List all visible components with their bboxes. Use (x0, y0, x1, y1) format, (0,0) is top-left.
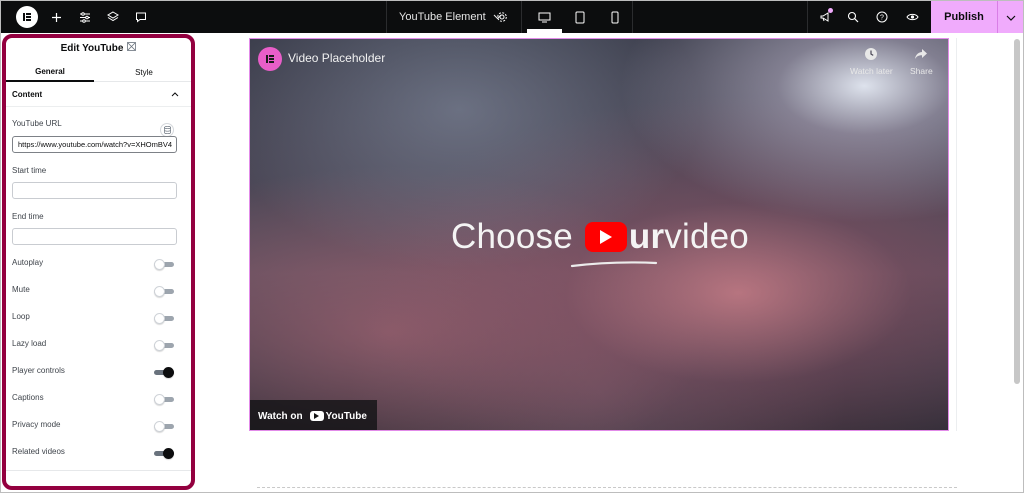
svg-text:?: ? (880, 15, 884, 22)
youtube-play-icon (309, 411, 324, 421)
play-button[interactable] (584, 222, 627, 252)
headline-end: video (664, 217, 749, 256)
gear-icon[interactable] (493, 1, 511, 33)
megaphone-icon[interactable] (815, 1, 835, 33)
share-icon (914, 47, 928, 66)
editor-window: YouTube Element ? Publish Edit YouTube G… (0, 0, 1024, 493)
tablet-icon[interactable] (562, 1, 597, 33)
eye-icon[interactable] (901, 1, 923, 33)
document-title: YouTube Element (399, 11, 486, 23)
help-icon[interactable]: ? (872, 1, 892, 33)
canvas-scrollbar[interactable] (1014, 39, 1020, 384)
watch-on-label: Watch on (258, 410, 303, 422)
canvas-guide (956, 38, 957, 431)
publish-options-button[interactable] (997, 1, 1023, 33)
search-icon[interactable] (843, 1, 863, 33)
youtube-video-embed[interactable]: Video Placeholder Watch later Share Choo… (249, 38, 949, 431)
elementor-logo-icon[interactable] (16, 6, 38, 28)
headline-start: Choose (451, 217, 573, 256)
divider (632, 1, 633, 33)
video-headline: Choose ur video (250, 217, 948, 257)
clock-icon (864, 47, 878, 66)
youtube-wordmark: YouTube (325, 410, 367, 422)
channel-avatar[interactable] (258, 47, 282, 71)
chevron-down-icon (1006, 8, 1016, 26)
add-icon[interactable] (47, 1, 65, 33)
notification-dot (828, 8, 833, 13)
canvas-section-placeholder (257, 487, 957, 492)
headline-bold: ur (628, 217, 665, 256)
watch-later-label: Watch later (850, 66, 893, 76)
youtube-logo: YouTube (309, 410, 367, 422)
headline-underline-decoration (570, 261, 658, 268)
watch-later-button[interactable]: Watch later (850, 47, 893, 76)
divider (807, 1, 808, 33)
panel-highlight-frame (2, 34, 195, 490)
comments-icon[interactable] (132, 1, 150, 33)
mobile-icon[interactable] (597, 1, 632, 33)
active-device-indicator (527, 29, 562, 33)
top-bar: YouTube Element ? Publish (1, 1, 1023, 33)
share-label: Share (910, 66, 933, 76)
share-button[interactable]: Share (910, 47, 933, 76)
publish-button[interactable]: Publish (931, 1, 997, 33)
watch-on-youtube-button[interactable]: Watch on YouTube (250, 400, 377, 430)
settings-sliders-icon[interactable] (76, 1, 94, 33)
video-title[interactable]: Video Placeholder (288, 51, 385, 65)
divider (521, 1, 522, 33)
layers-icon[interactable] (104, 1, 122, 33)
